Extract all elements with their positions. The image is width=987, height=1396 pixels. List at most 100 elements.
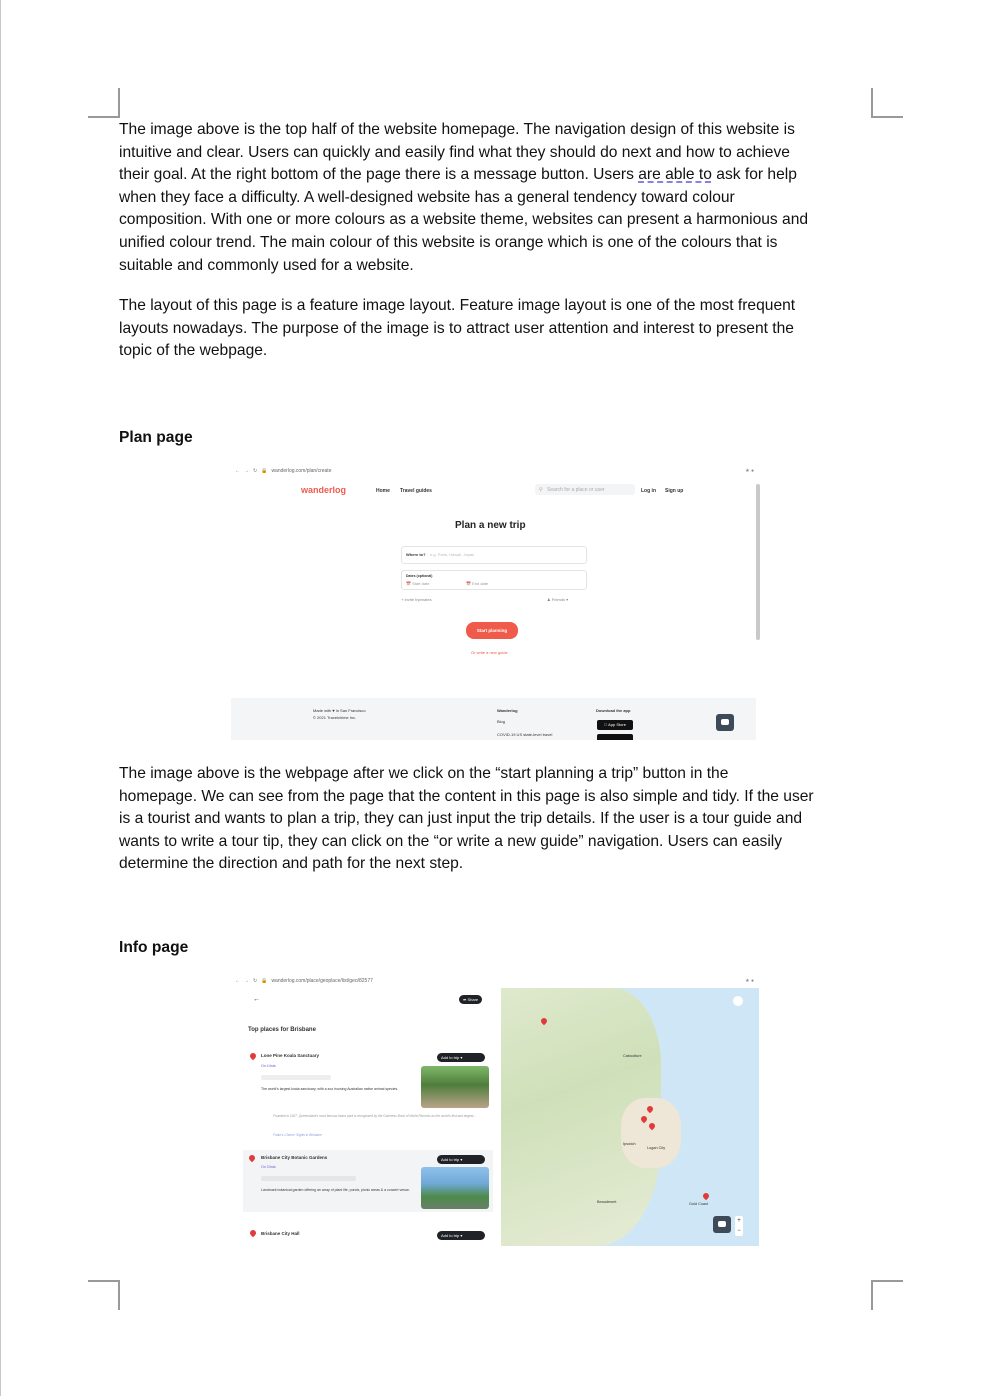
text-line: suitable and commonly used for a website… [119, 256, 414, 274]
signup-link[interactable]: Sign up [665, 488, 683, 494]
place-name[interactable]: Brisbane City Hall [261, 1231, 300, 1236]
chat-message-button[interactable] [713, 1216, 731, 1233]
write-guide-link[interactable]: Or write a new guide [471, 650, 508, 655]
back-arrow-icon[interactable]: ← [235, 978, 240, 984]
map-layers-button[interactable] [733, 996, 743, 1006]
map-label: Logan City [647, 1146, 666, 1150]
text-line: topic of the webpage. [119, 342, 268, 360]
chat-message-button[interactable] [716, 714, 734, 731]
logo-text: wanderlog [301, 485, 347, 495]
reload-icon[interactable]: ↻ [253, 978, 257, 984]
forward-arrow-icon[interactable]: → [244, 468, 249, 474]
place-name[interactable]: Lone Pine Koala Sanctuary [261, 1053, 319, 1058]
footer-copyright: © 2021 Travelchime Inc. [313, 715, 357, 720]
list-item-highlight[interactable]: Brisbane City Botanic Gardens On 3 lists… [243, 1150, 493, 1212]
browser-extension-icons[interactable]: ★ ● [745, 978, 754, 984]
paragraph-plan-page-analysis: The image above is the webpage after we … [119, 763, 879, 876]
friends-dropdown[interactable]: ♟ Friends ▾ [547, 597, 568, 602]
site-footer: Made with ♥ in San Francisco © 2021 Trav… [231, 698, 756, 740]
forward-arrow-icon[interactable]: → [244, 978, 249, 984]
text-line: The layout of this page is a feature ima… [119, 297, 796, 314]
map-marker-icon [247, 1153, 257, 1163]
text-line: is a tourist and wants to plan a trip, t… [119, 810, 803, 828]
address-bar[interactable]: wanderlog.com/plan/create [271, 468, 331, 474]
map-label: Caboolture [623, 1054, 642, 1058]
paragraph-homepage-analysis: The image above is the top half of the w… [119, 119, 879, 277]
lock-icon: 🔒 [261, 978, 268, 984]
nav-travel-guides[interactable]: Travel guides [400, 488, 432, 494]
map-pin-icon[interactable] [701, 1191, 711, 1201]
crop-mark-top-left [88, 88, 120, 118]
quote-source[interactable]: Fodor's Choice: Sights in Brisbane [273, 1133, 322, 1137]
place-description: The world's largest koala sanctuary, wit… [261, 1087, 399, 1091]
crop-mark-top-right [871, 88, 903, 118]
place-lists[interactable]: On 4 lists [261, 1064, 276, 1068]
add-to-trip-button[interactable]: Add to trip ▾ [437, 1155, 485, 1164]
text-line: their goal. At the right bottom of the p… [119, 166, 797, 184]
reload-icon[interactable]: ↻ [253, 468, 257, 474]
app-store-badge[interactable]:  App Store [597, 720, 633, 730]
botanic-gardens-photo[interactable] [421, 1167, 489, 1209]
invite-tripmates-link[interactable]: + Invite tripmates [401, 597, 432, 602]
map-label: Beaudesert [597, 1200, 617, 1204]
page-title: Plan a new trip [455, 520, 526, 531]
footer-made-with: Made with ♥ in San Francisco [313, 708, 366, 713]
back-arrow-icon[interactable]: ← [235, 468, 240, 474]
address-bar[interactable]: wanderlog.com/place/geoplace/list/geo/82… [271, 978, 372, 984]
share-button[interactable]: ➦ Share [459, 995, 483, 1004]
back-icon[interactable]: ← [253, 996, 260, 1003]
text-line: wants to write a tour tip, they can clic… [119, 832, 783, 850]
text-line: determine the direction and path for the… [119, 855, 464, 873]
crop-mark-bottom-left [88, 1280, 120, 1310]
place-lists[interactable]: On 3 lists [261, 1165, 276, 1169]
add-to-trip-button[interactable]: Add to trip ▾ [437, 1053, 485, 1062]
map-marker-icon [248, 1051, 258, 1061]
heading-info-page: Info page [119, 939, 189, 956]
scrollbar[interactable] [756, 484, 760, 640]
where-to-field[interactable]: Where to? e.g. Paris, Hawaii, Japan [401, 546, 587, 564]
text-line: The image above is the top half of the w… [119, 121, 795, 138]
map-marker-icon [248, 1228, 258, 1238]
text-line: layouts nowadays. The purpose of the ima… [119, 319, 794, 337]
footer-blog-link[interactable]: Blog [497, 719, 505, 724]
end-date-input[interactable]: 📅 End date [466, 581, 488, 586]
search-placeholder: Search for a place or user [547, 487, 605, 493]
footer-heading: Wanderlog [497, 708, 518, 713]
wanderlog-logo[interactable]: wanderlog [301, 485, 346, 495]
text-line: homepage. We can see from the page that … [119, 787, 814, 805]
plan-page-screenshot: ← → ↻ 🔒 wanderlog.com/plan/create ★ ● wa… [231, 466, 764, 740]
login-link[interactable]: Log in [641, 488, 656, 494]
text-line: unified colour trend. The main colour of… [119, 233, 778, 251]
paragraph-layout-analysis: The layout of this page is a feature ima… [119, 295, 879, 363]
lock-icon: 🔒 [261, 468, 268, 474]
map-label: Gold Coast [689, 1202, 708, 1206]
map-zoom-controls[interactable]: + − [735, 1216, 743, 1236]
nav-home[interactable]: Home [376, 488, 390, 494]
text-line: The image above is the webpage after we … [119, 765, 729, 782]
place-name[interactable]: Brisbane City Botanic Gardens [261, 1155, 327, 1160]
google-play-badge[interactable] [597, 734, 633, 740]
add-to-trip-button[interactable]: Add to trip ▾ [437, 1231, 485, 1240]
browser-toolbar: ← → ↻ 🔒 wanderlog.com/plan/create [231, 466, 764, 476]
heading-plan-page: Plan page [119, 429, 193, 446]
koala-sanctuary-photo[interactable] [421, 1066, 489, 1108]
footer-covid-link[interactable]: COVID-19 US state-level travel [497, 732, 552, 737]
start-planning-button[interactable]: Start planning [466, 622, 518, 639]
footer-download-heading: Download the app [596, 708, 631, 713]
place-quote: Founded in 1927, Queensland's most famou… [273, 1114, 477, 1118]
category-tags [261, 1176, 356, 1181]
browser-toolbar: ← → ↻ 🔒 wanderlog.com/place/geoplace/lis… [231, 976, 764, 986]
start-date-input[interactable]: 📅 Start date [406, 581, 429, 586]
crop-mark-bottom-right [871, 1280, 903, 1310]
text-line: when they face a difficulty. A well-desi… [119, 188, 735, 206]
grammar-underline[interactable]: are able to [638, 166, 712, 183]
map-panel[interactable]: Caboolture Ipswich Logan City Gold Coast… [501, 988, 759, 1246]
place-description: Landmark botanical garden offering an ar… [261, 1188, 410, 1192]
search-input[interactable]: ⚲ Search for a place or user [535, 484, 635, 495]
dates-field[interactable]: Dates (optional) 📅 Start date 📅 End date [401, 570, 587, 590]
where-label: Where to? [406, 552, 426, 557]
where-placeholder: e.g. Paris, Hawaii, Japan [430, 552, 475, 557]
map-label: Ipswich [623, 1142, 636, 1146]
browser-extension-icons[interactable]: ★ ● [745, 468, 754, 474]
text-line: intuitive and clear. Users can quickly a… [119, 143, 790, 161]
